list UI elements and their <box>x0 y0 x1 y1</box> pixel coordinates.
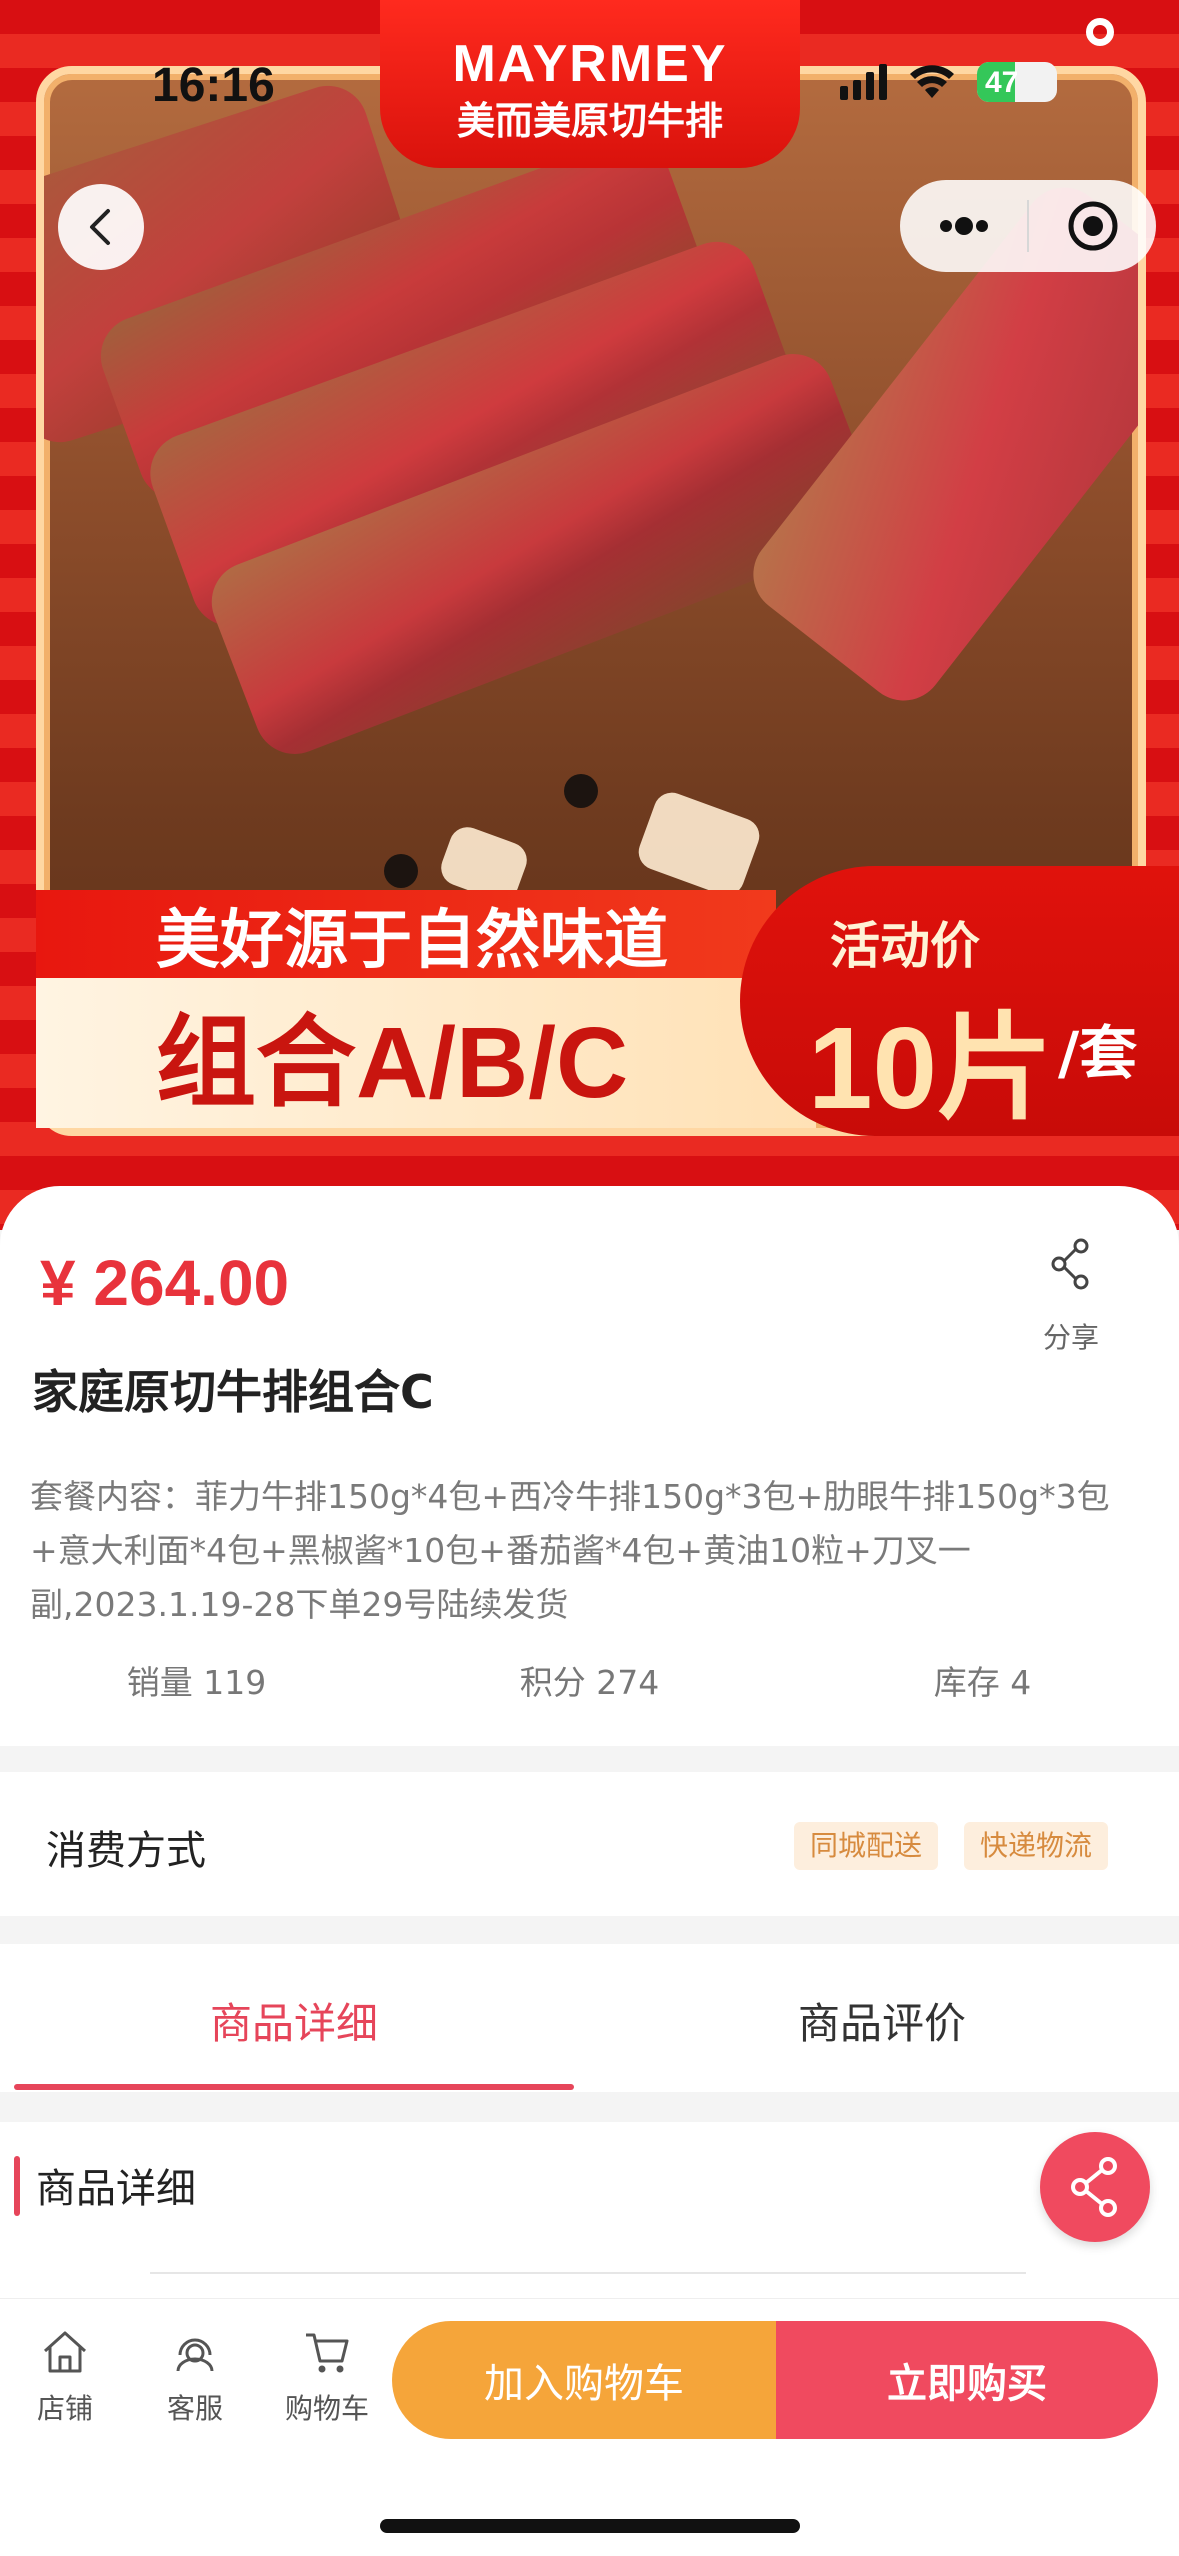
salt-crystal <box>633 787 765 901</box>
customer-service-icon <box>176 2338 214 2372</box>
more-dots-icon <box>939 217 988 235</box>
nav-store[interactable]: 店铺 <box>10 2327 120 2427</box>
nav-cart-label: 购物车 <box>284 2392 369 2425</box>
nav-customer-service-label: 客服 <box>166 2392 223 2425</box>
buy-now-button[interactable]: 立即购买 <box>776 2321 1158 2439</box>
share-label: 分享 <box>1042 1321 1099 1354</box>
product-stats: 销量 119 积分 274 库存 4 <box>0 1656 1179 1704</box>
active-tab-indicator <box>14 2084 574 2090</box>
share-icon <box>1051 1238 1089 1290</box>
more-button[interactable] <box>900 180 1027 272</box>
brand-name-cn: 美而美原切牛排 <box>456 99 723 143</box>
add-to-cart-button[interactable]: 加入购物车 <box>392 2321 776 2439</box>
brand-logo: MAYRMEY 美而美原切牛排 <box>380 0 1114 168</box>
sales-count: 销量 119 <box>126 1663 267 1702</box>
detail-tabs: 商品详细 商品评价 <box>0 1944 1179 2092</box>
detail-section-title: 商品详细 <box>36 2166 196 2212</box>
points-value: 积分 274 <box>519 1663 660 1702</box>
battery-icon: 47 <box>977 62 1057 102</box>
promo-unit: /套 <box>1058 1019 1138 1087</box>
product-price: ¥ 264.00 <box>40 1247 290 1319</box>
nav-customer-service[interactable]: 客服 <box>140 2327 250 2427</box>
status-icons: 47 <box>840 62 1057 102</box>
product-detail-page: MAYRMEY 美而美原切牛排 16:16 47 美好源于自然味道 组合A/B/… <box>0 0 1179 2556</box>
tab-product-detail[interactable]: 商品详细 <box>6 1990 582 2051</box>
promo-label: 活动价 <box>830 917 980 975</box>
stock-count: 库存 4 <box>933 1663 1032 1702</box>
floating-share-button[interactable] <box>1040 2132 1150 2242</box>
wifi-icon <box>910 65 954 98</box>
back-button[interactable] <box>58 184 144 270</box>
delivery-tag-express: 快递物流 <box>964 1822 1109 1870</box>
hero-slogan: 美好源于自然味道 <box>36 890 776 980</box>
section-marker <box>14 2156 20 2216</box>
pepper-corn <box>564 774 598 808</box>
promo-badge: 活动价 10片 /套 <box>740 866 1179 1136</box>
brand-name-en: MAYRMEY <box>452 35 728 93</box>
nav-cart[interactable]: 购物车 <box>272 2327 382 2427</box>
close-mini-program-button[interactable] <box>1029 180 1156 272</box>
logo-ring <box>1086 18 1114 46</box>
share-button[interactable]: 分享 <box>1036 1238 1106 1356</box>
chevron-left-icon <box>90 209 110 245</box>
signal-icon <box>840 64 887 100</box>
mini-program-capsule <box>900 180 1156 272</box>
divider <box>150 2272 1026 2274</box>
target-icon <box>1068 201 1117 251</box>
pepper-corn <box>384 854 418 888</box>
consumption-method-label: 消费方式 <box>46 1828 206 1874</box>
cart-icon <box>306 2333 349 2373</box>
nav-store-label: 店铺 <box>36 2392 93 2425</box>
bottom-action-bar: 店铺 客服 购物车 加入购物车 立即购买 <box>0 2298 1179 2556</box>
home-icon <box>43 2331 87 2373</box>
hero-combo: 组合A/B/C <box>36 978 816 1128</box>
tab-product-reviews[interactable]: 商品评价 <box>594 1990 1170 2051</box>
home-indicator <box>380 2519 800 2533</box>
share-icon <box>1071 2157 1117 2217</box>
consumption-method-row: 消费方式 同城配送 快递物流 <box>0 1772 1179 1916</box>
product-info-card: ¥ 264.00 分享 家庭原切牛排组合C 套餐内容：菲力牛排150g*4包+西… <box>0 1186 1179 1746</box>
battery-percentage: 47 <box>985 66 1019 99</box>
delivery-tag-local: 同城配送 <box>794 1822 939 1870</box>
promo-value: 10片 <box>808 1003 1054 1133</box>
product-description: 套餐内容：菲力牛排150g*4包+西冷牛排150g*3包+肋眼牛排150g*3包… <box>30 1477 1110 1624</box>
status-time: 16:16 <box>152 59 275 112</box>
product-title: 家庭原切牛排组合C <box>32 1365 434 1419</box>
product-hero-image: MAYRMEY 美而美原切牛排 16:16 47 美好源于自然味道 组合A/B/… <box>0 0 1179 1230</box>
